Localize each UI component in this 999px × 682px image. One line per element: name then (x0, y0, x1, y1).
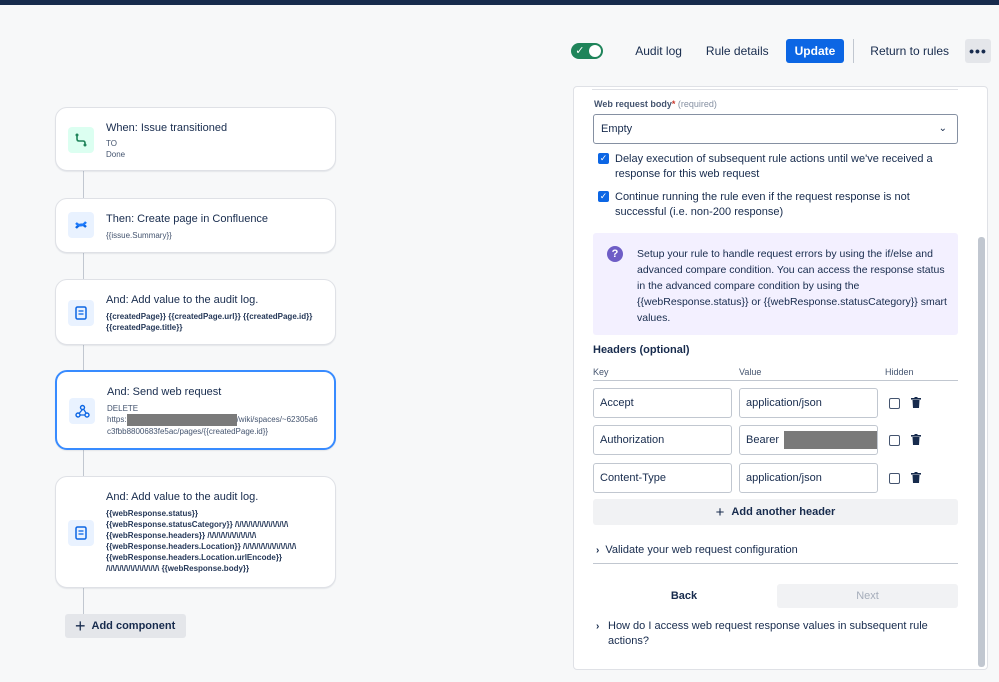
redacted-block (784, 431, 877, 450)
plus-icon: + (75, 616, 86, 636)
card-title: And: Add value to the audit log. (106, 491, 259, 503)
card-title: Then: Create page in Confluence (106, 213, 269, 225)
chevron-down-icon: ⌄ (938, 123, 947, 134)
check-icon: ✓ (575, 45, 585, 57)
continue-checkbox-row[interactable]: ✓ Continue running the rule even if the … (598, 190, 945, 220)
header-value-input[interactable]: application/json (739, 388, 878, 418)
howto-expander[interactable]: › How do I access web request response v… (596, 619, 936, 649)
card-title: When: Issue transitioned (106, 122, 228, 134)
divider (592, 89, 958, 90)
trash-icon[interactable] (911, 434, 922, 446)
question-icon: ? (607, 246, 623, 262)
add-header-button[interactable]: + Add another header (593, 499, 958, 525)
web-request-body-select[interactable]: Empty ⌄ (593, 114, 958, 144)
column-header-key: Key (593, 367, 609, 377)
continue-checkbox-label: Continue running the rule even if the re… (615, 191, 910, 218)
card-detail: {{webResponse.status}} (106, 509, 199, 518)
header-value-text: Bearer (746, 434, 780, 446)
card-detail: {{webResponse.statusCategory}} /\/\/\/\/… (106, 520, 289, 529)
add-component-label: Add component (91, 620, 176, 632)
trash-icon[interactable] (911, 472, 922, 484)
header-key-input[interactable]: Content-Type (593, 463, 732, 493)
header-value-input[interactable]: application/json (739, 463, 878, 493)
headers-title: Headers (optional) (593, 344, 690, 356)
more-options-button[interactable]: ••• (965, 39, 991, 63)
howto-label: How do I access web request response val… (608, 620, 928, 647)
required-text: (required) (677, 99, 717, 109)
send-web-request-card[interactable]: And: Send web request DELETE https: /wiki… (55, 370, 336, 450)
card-detail: Done (106, 150, 126, 159)
info-text: Setup your rule to handle request errors… (637, 248, 947, 324)
header-actions: ✓ Audit log Rule details Update Return t… (571, 38, 991, 64)
url-prefix: https: (107, 415, 127, 425)
chevron-right-icon: › (596, 621, 600, 632)
document-icon (68, 520, 94, 546)
update-button[interactable]: Update (785, 39, 845, 63)
card-detail: {{webResponse.headers}} /\/\/\/\/\/\/\/\… (106, 531, 257, 540)
hidden-checkbox[interactable] (889, 398, 900, 409)
return-to-rules-button[interactable]: Return to rules (858, 39, 961, 63)
card-detail: DELETE (107, 404, 139, 413)
audit-log-button[interactable]: Audit log (623, 39, 694, 63)
card-detail: {{issue.Summary}} (106, 231, 172, 240)
card-detail: /\/\/\/\/\/\/\/\/\/\/\/\ {{webResponse.b… (106, 564, 250, 573)
scrollbar[interactable] (978, 237, 985, 667)
toggle-knob (589, 45, 602, 57)
validate-expander[interactable]: › Validate your web request configuration (596, 544, 798, 556)
continue-checkbox[interactable]: ✓ (598, 191, 609, 202)
required-mark: * (671, 99, 676, 109)
audit-log-card-1[interactable]: And: Add value to the audit log. {{creat… (55, 279, 336, 345)
info-panel: ? Setup your rule to handle request erro… (593, 233, 958, 335)
next-button[interactable]: Next (777, 584, 958, 608)
transition-icon (68, 127, 94, 153)
hidden-checkbox[interactable] (889, 435, 900, 446)
column-header-hidden: Hidden (885, 367, 914, 377)
card-title: And: Add value to the audit log. (106, 294, 259, 306)
delay-checkbox-label: Delay execution of subsequent rule actio… (615, 153, 933, 180)
hidden-checkbox[interactable] (889, 473, 900, 484)
divider (853, 39, 855, 63)
web-request-config-panel: Web request body* (required) Empty ⌄ ✓ D… (573, 86, 988, 670)
add-header-label: Add another header (731, 506, 836, 518)
plus-icon: + (715, 503, 725, 521)
chevron-right-icon: › (596, 545, 600, 556)
card-detail: {{webResponse.headers.Location}} /\/\/\/… (106, 542, 297, 551)
body-label-text: Web request body (594, 99, 672, 109)
card-detail: {{createdPage.title}} (106, 323, 183, 332)
audit-log-card-2[interactable]: And: Add value to the audit log. {{webRe… (55, 476, 336, 588)
column-header-value: Value (739, 367, 762, 377)
rule-details-button[interactable]: Rule details (694, 39, 781, 63)
select-value: Empty (601, 123, 633, 135)
trash-icon[interactable] (911, 397, 922, 409)
confluence-icon (68, 212, 94, 238)
divider (593, 563, 958, 564)
header-key-input[interactable]: Authorization (593, 425, 732, 455)
webhook-icon (69, 398, 95, 424)
card-title: And: Send web request (107, 386, 222, 398)
document-icon (68, 300, 94, 326)
back-button[interactable]: Back (593, 584, 775, 608)
rule-enabled-toggle[interactable]: ✓ (571, 43, 604, 59)
body-label: Web request body* (required) (594, 99, 717, 109)
url-suffix: /wiki/spaces/~62305a6 (236, 415, 318, 425)
delay-checkbox[interactable]: ✓ (598, 153, 609, 164)
divider (593, 380, 958, 381)
header-key-input[interactable]: Accept (593, 388, 732, 418)
create-page-card[interactable]: Then: Create page in Confluence {{issue.… (55, 198, 336, 253)
add-component-button[interactable]: + Add component (65, 614, 186, 638)
delay-checkbox-row[interactable]: ✓ Delay execution of subsequent rule act… (598, 152, 945, 182)
card-detail: TO (106, 139, 117, 148)
card-detail-url: https: /wiki/spaces/~62305a6 (107, 414, 318, 426)
card-detail: {{webResponse.headers.Location.urlEncode… (106, 553, 283, 562)
validate-label: Validate your web request configuration (605, 544, 798, 556)
card-detail: {{createdPage}} {{createdPage.url}} {{cr… (106, 312, 313, 321)
trigger-card[interactable]: When: Issue transitioned TO Done (55, 107, 336, 171)
header-value-input[interactable]: Bearer (739, 425, 878, 455)
top-bar (0, 0, 999, 5)
redacted-block (126, 414, 237, 426)
card-detail: c3fbb8800683fe5ac/pages/{{createdPage.id… (107, 427, 269, 436)
